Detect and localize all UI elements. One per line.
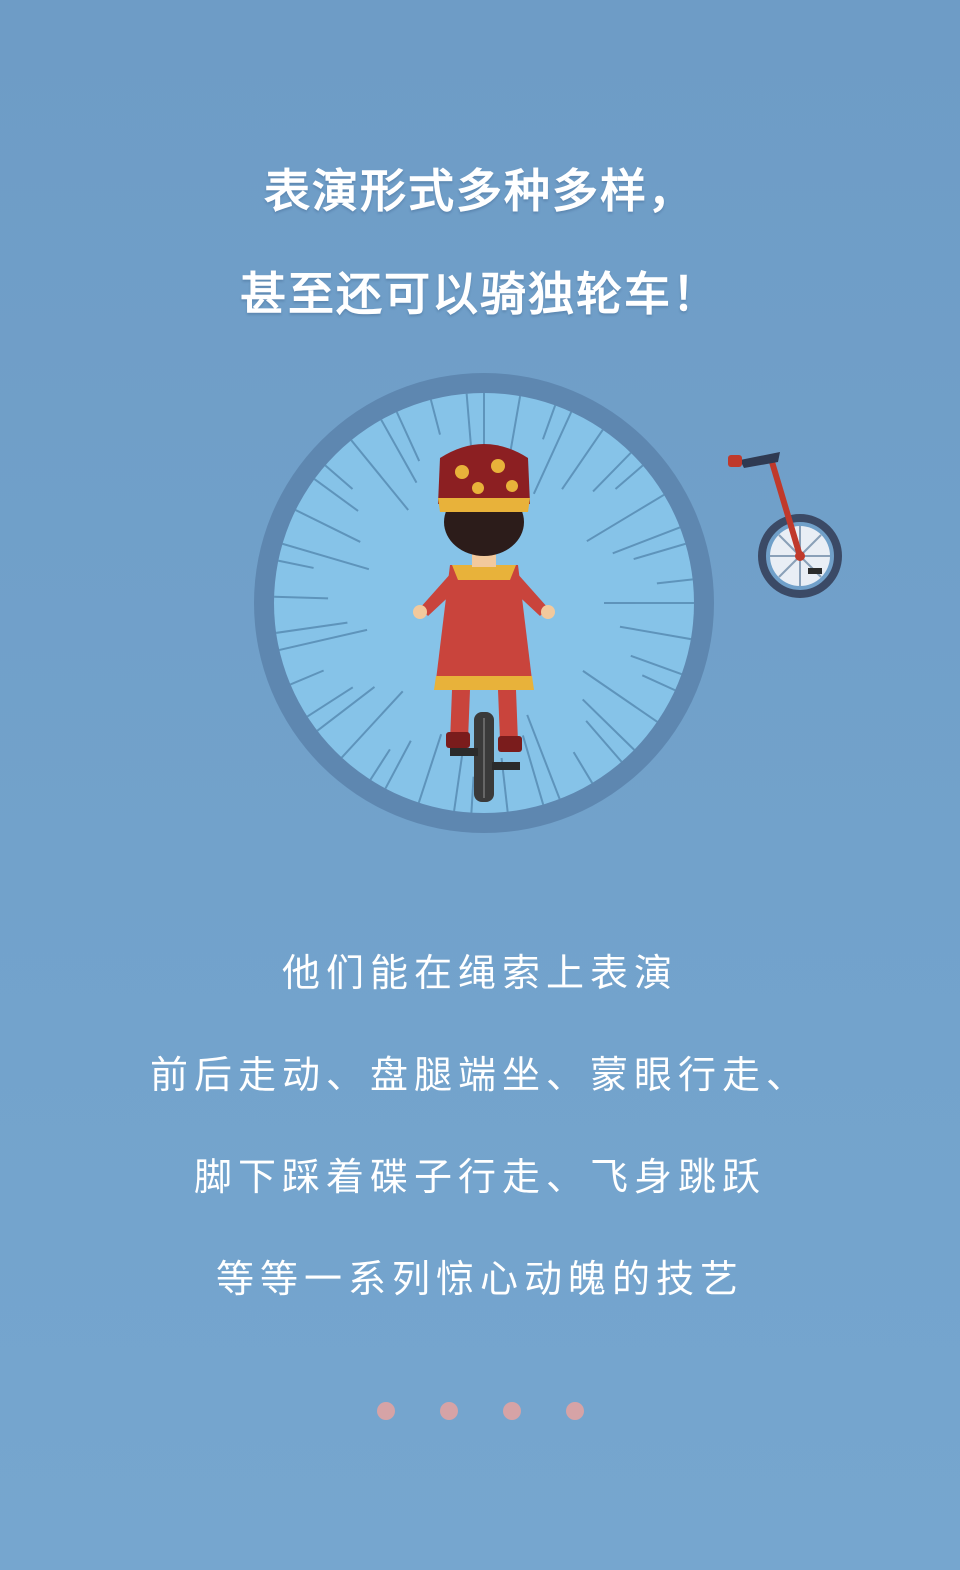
body-line-1: 他们能在绳索上表演 xyxy=(281,951,678,995)
unicycle-icon xyxy=(728,452,842,598)
pagination-dot[interactable] xyxy=(439,1402,458,1420)
pagination-dot[interactable] xyxy=(565,1402,584,1420)
pagination-dots xyxy=(0,1402,960,1420)
body-line-4: 等等一系列惊心动魄的技艺 xyxy=(215,1257,744,1301)
performer-illustration xyxy=(254,373,842,833)
pagination-dot[interactable] xyxy=(502,1402,521,1420)
body-line-3: 脚下踩着碟子行走、飞身跳跃 xyxy=(193,1155,766,1199)
pagination-dot[interactable] xyxy=(376,1402,395,1420)
body-line-2: 前后走动、盘腿端坐、蒙眼行走、 xyxy=(149,1053,810,1097)
